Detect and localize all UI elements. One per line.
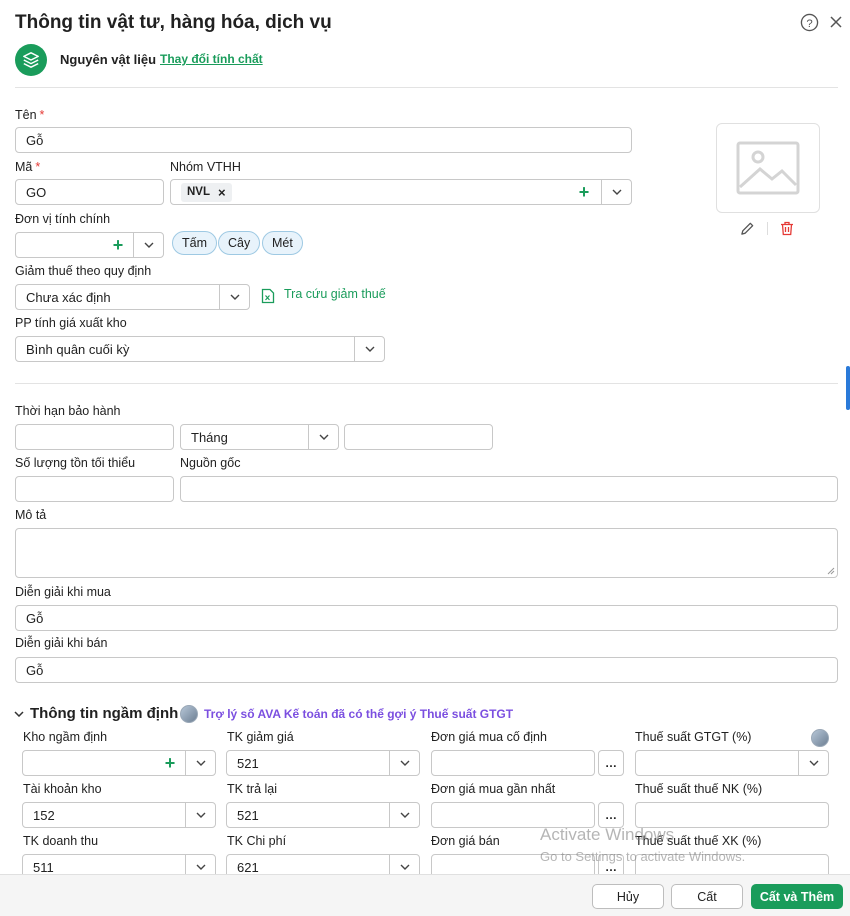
group-tag: NVL × bbox=[181, 182, 232, 202]
tax-reduction-select[interactable]: Chưa xác định bbox=[15, 284, 250, 310]
save-button[interactable]: Cất bbox=[671, 884, 743, 909]
warranty-input[interactable] bbox=[15, 424, 174, 450]
description-label: Mô tả bbox=[15, 508, 47, 522]
group-label: Nhóm VTHH bbox=[170, 160, 241, 174]
chevron-down-icon bbox=[14, 710, 24, 717]
unit-chip-met[interactable]: Mét bbox=[262, 231, 303, 255]
warehouse-label: Kho ngầm định bbox=[23, 730, 108, 744]
origin-label: Nguồn gốc bbox=[180, 456, 241, 470]
last-purchase-price-label: Đơn giá mua gần nhất bbox=[431, 782, 556, 796]
sale-price-label: Đơn giá bán bbox=[431, 834, 500, 848]
unit-chip-cay[interactable]: Cây bbox=[218, 231, 261, 255]
name-input[interactable]: Gỗ bbox=[15, 127, 632, 153]
chevron-down-icon[interactable] bbox=[798, 751, 828, 775]
pricing-method-label: PP tính giá xuất kho bbox=[15, 316, 127, 330]
vat-rate-label: Thuế suất GTGT (%) bbox=[635, 730, 752, 744]
purchase-desc-input[interactable]: Gỗ bbox=[15, 605, 838, 631]
warranty-unit-select[interactable]: Tháng bbox=[180, 424, 339, 450]
excel-icon[interactable] bbox=[261, 288, 275, 307]
add-unit-icon[interactable]: + bbox=[107, 233, 129, 257]
chevron-down-icon[interactable] bbox=[389, 803, 419, 827]
tax-lookup-link[interactable]: Tra cứu giảm thuế bbox=[284, 287, 386, 301]
revenue-account-label: TK doanh thu bbox=[23, 834, 99, 848]
pricing-method-select[interactable]: Bình quân cuối kỳ bbox=[15, 336, 385, 362]
remove-tag-icon[interactable]: × bbox=[218, 185, 226, 200]
divider bbox=[767, 222, 768, 235]
warranty-extra-input[interactable] bbox=[344, 424, 493, 450]
layers-icon bbox=[15, 44, 47, 76]
return-account-select[interactable]: 521 bbox=[226, 802, 420, 828]
origin-input[interactable] bbox=[180, 476, 838, 502]
inventory-account-select[interactable]: 152 bbox=[22, 802, 216, 828]
edit-image-icon[interactable] bbox=[740, 221, 756, 237]
ava-avatar-icon bbox=[180, 705, 198, 723]
fixed-purchase-price-input[interactable] bbox=[431, 750, 595, 776]
code-label: Mã * bbox=[15, 160, 41, 174]
chevron-down-icon[interactable] bbox=[219, 285, 249, 309]
chevron-down-icon[interactable] bbox=[354, 337, 384, 361]
code-input[interactable]: GO bbox=[15, 179, 164, 205]
sale-desc-input[interactable]: Gỗ bbox=[15, 657, 838, 683]
image-icon bbox=[736, 141, 800, 195]
fixed-price-more-button[interactable]: … bbox=[598, 750, 624, 776]
discount-account-label: TK giảm giá bbox=[227, 730, 294, 744]
tax-reduction-label: Giảm thuế theo quy định bbox=[15, 264, 152, 278]
expense-account-label: TK Chi phí bbox=[227, 834, 287, 848]
purchase-desc-label: Diễn giải khi mua bbox=[15, 585, 111, 599]
chevron-down-icon[interactable] bbox=[601, 180, 631, 204]
image-placeholder[interactable] bbox=[716, 123, 820, 213]
description-textarea[interactable] bbox=[15, 528, 838, 578]
divider bbox=[15, 383, 838, 384]
close-icon[interactable] bbox=[826, 12, 846, 32]
add-warehouse-icon[interactable]: + bbox=[159, 751, 181, 775]
name-label: Tên * bbox=[15, 108, 45, 122]
unit-label: Đơn vị tính chính bbox=[15, 212, 111, 226]
group-select[interactable]: NVL × + bbox=[170, 179, 632, 205]
chevron-down-icon[interactable] bbox=[185, 751, 215, 775]
activation-watermark-title: Activate Windows bbox=[540, 825, 675, 844]
min-stock-input[interactable] bbox=[15, 476, 174, 502]
change-type-link[interactable]: Thay đổi tính chất bbox=[160, 52, 263, 66]
import-tax-label: Thuế suất thuế NK (%) bbox=[635, 782, 763, 796]
item-type-label: Nguyên vật liệu bbox=[60, 52, 157, 67]
return-account-label: TK trả lại bbox=[227, 782, 278, 796]
svg-text:?: ? bbox=[806, 17, 812, 29]
warehouse-select[interactable]: + bbox=[22, 750, 216, 776]
scrollbar-thumb[interactable] bbox=[846, 366, 850, 410]
add-group-icon[interactable]: + bbox=[573, 180, 595, 204]
dialog-title: Thông tin vật tư, hàng hóa, dịch vụ bbox=[15, 12, 332, 33]
min-stock-label: Số lượng tồn tối thiểu bbox=[15, 456, 136, 470]
chevron-down-icon[interactable] bbox=[133, 233, 163, 257]
ava-suggest-icon[interactable] bbox=[811, 729, 829, 747]
divider bbox=[15, 87, 838, 88]
inventory-account-label: Tài khoản kho bbox=[23, 782, 102, 796]
chevron-down-icon[interactable] bbox=[185, 803, 215, 827]
warranty-label: Thời hạn bảo hành bbox=[15, 404, 121, 418]
save-and-add-button[interactable]: Cất và Thêm bbox=[751, 884, 843, 909]
sale-desc-label: Diễn giải khi bán bbox=[15, 636, 108, 650]
vat-rate-select[interactable] bbox=[635, 750, 829, 776]
unit-chip-tam[interactable]: Tấm bbox=[172, 231, 217, 255]
chevron-down-icon[interactable] bbox=[308, 425, 338, 449]
defaults-section-toggle[interactable]: Thông tin ngầm định bbox=[14, 705, 178, 722]
unit-select[interactable]: + bbox=[15, 232, 164, 258]
help-icon[interactable]: ? bbox=[799, 12, 819, 32]
cancel-button[interactable]: Hủy bbox=[592, 884, 664, 909]
ava-hint[interactable]: Trợ lý số AVA Kế toán đã có thể gợi ý Th… bbox=[180, 705, 513, 723]
discount-account-select[interactable]: 521 bbox=[226, 750, 420, 776]
fixed-purchase-price-label: Đơn giá mua cố định bbox=[431, 730, 547, 744]
chevron-down-icon[interactable] bbox=[389, 751, 419, 775]
delete-image-icon[interactable] bbox=[780, 221, 796, 237]
resize-handle-icon bbox=[827, 567, 835, 575]
activation-watermark-subtitle: Go to Settings to activate Windows. bbox=[540, 849, 746, 864]
